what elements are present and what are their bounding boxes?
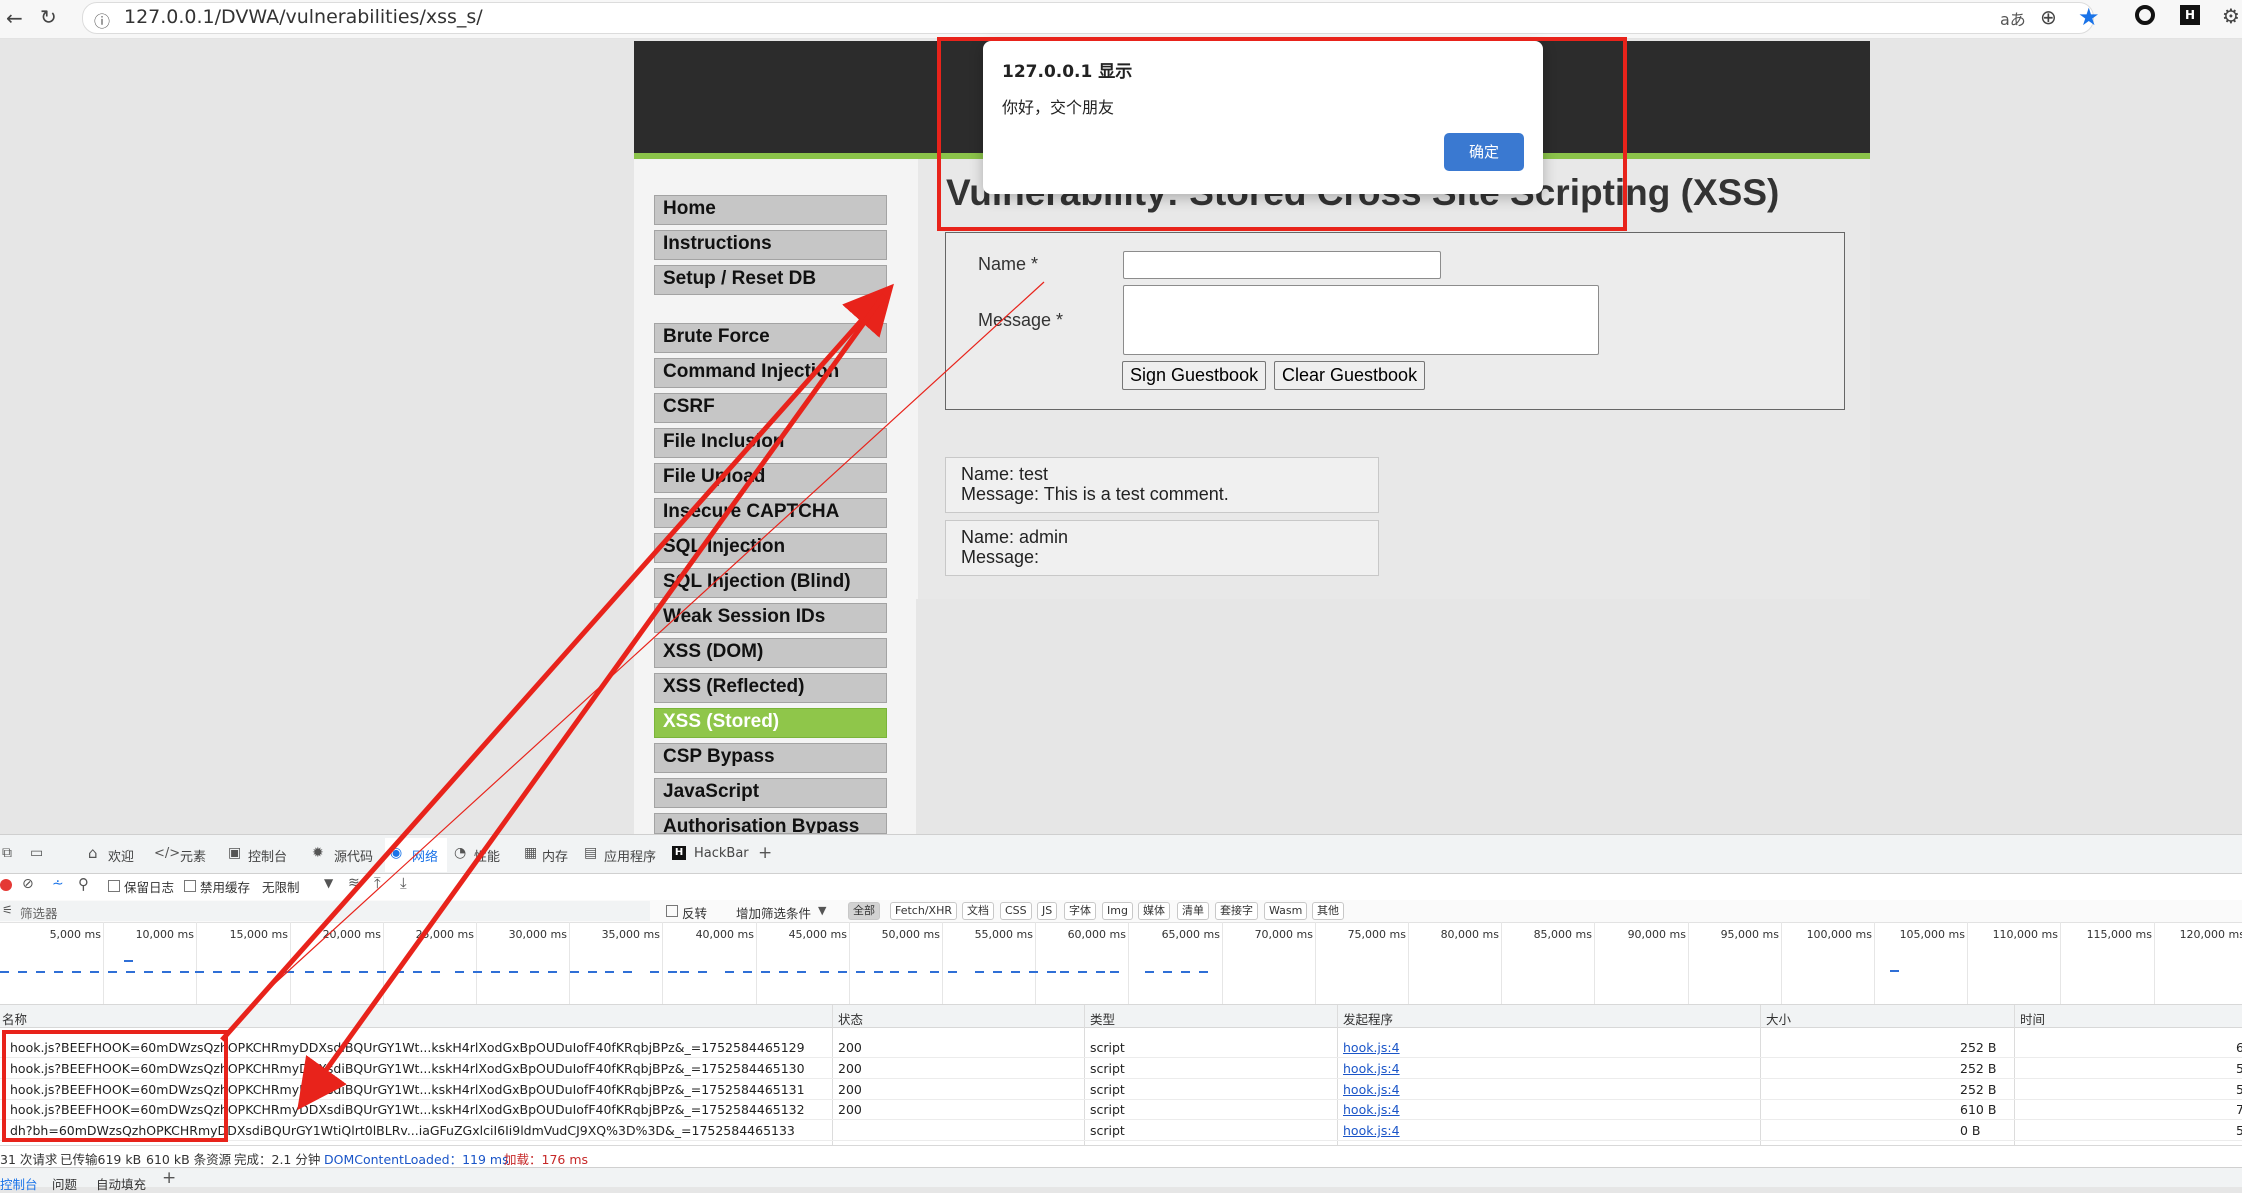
annotation-thin-line [261,281,1045,996]
annotation-arrow-up [220,283,894,1042]
annotation-arrows [220,281,1045,1111]
annotation-arrow-down [297,293,887,1111]
